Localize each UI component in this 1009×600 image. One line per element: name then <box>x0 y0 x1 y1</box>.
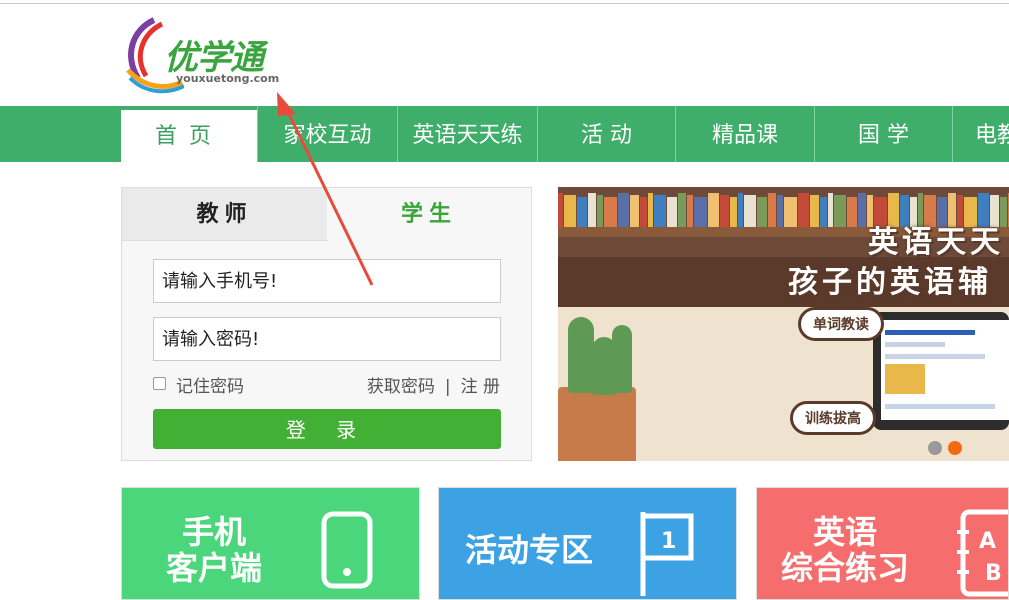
tab-teacher[interactable]: 教师 <box>122 188 328 241</box>
phone-input[interactable] <box>153 259 501 303</box>
book-spine <box>744 195 756 229</box>
book-letter-b: B <box>985 561 1002 586</box>
cactus-icon <box>568 317 594 393</box>
flag-badge: 1 <box>661 529 676 554</box>
book-spine <box>834 195 846 229</box>
register-link[interactable]: 注 册 <box>461 377 500 397</box>
book-spine <box>640 197 647 231</box>
book-spine <box>847 197 857 231</box>
main-nav: 首页 家校互动 英语天天练 活 动 精品课 国 学 电教 <box>0 106 1009 166</box>
nav-item-home[interactable]: 首页 <box>121 110 257 166</box>
tab-student[interactable]: 学生 <box>327 188 531 240</box>
tile-activity-zone[interactable]: 活动专区 1 <box>438 487 737 600</box>
top-divider <box>0 3 1009 4</box>
book-spine <box>667 197 677 231</box>
book-spine <box>810 195 819 229</box>
nav-item-e-learning[interactable]: 电教 <box>952 106 1009 162</box>
cactus-icon <box>612 325 632 393</box>
book-spine <box>630 195 639 229</box>
book-spine <box>678 193 686 227</box>
book-spine <box>730 197 737 231</box>
book-spine <box>820 197 827 231</box>
book-spine <box>588 193 596 227</box>
book-spine <box>577 197 587 231</box>
book-spine <box>604 197 617 231</box>
screen-line <box>885 342 945 347</box>
screen-line <box>885 404 995 409</box>
logo[interactable]: 优学通 youxuetong.com <box>124 16 324 94</box>
nav-item-english-daily[interactable]: 英语天天练 <box>397 106 537 162</box>
get-password-link[interactable]: 获取密码 <box>367 377 435 397</box>
book-spine <box>738 193 743 227</box>
screen-picture <box>885 364 925 394</box>
account-links: 获取密码 | 注 册 <box>367 372 500 397</box>
screen-line <box>885 330 975 335</box>
screen-line <box>885 354 985 359</box>
book-spine <box>828 193 833 227</box>
book-spine <box>708 193 719 227</box>
book-spine <box>558 193 563 227</box>
tablet-screen <box>881 320 1009 420</box>
link-separator: | <box>444 377 451 397</box>
carousel-dot-1[interactable] <box>928 441 942 455</box>
login-panel: 教师 学生 记住密码 获取密码 | 注 册 登 录 <box>121 187 532 461</box>
book-letter-a: A <box>979 529 996 554</box>
book-spine <box>798 193 809 227</box>
remember-label: 记住密码 <box>176 377 244 397</box>
book-spine <box>687 195 693 229</box>
tile-mobile-text: 手机 客户端 <box>166 514 262 586</box>
nav-item-activities[interactable]: 活 动 <box>537 106 675 162</box>
book-spine <box>564 195 576 229</box>
book-spine <box>768 193 776 227</box>
tile-english-line2: 综合练习 <box>781 549 910 587</box>
tile-english-practice[interactable]: 英语 综合练习 A B <box>756 487 1009 600</box>
book-spine <box>757 197 767 231</box>
remember-password[interactable]: 记住密码 <box>153 372 244 397</box>
flag-icon: 1 <box>640 512 694 596</box>
tile-mobile-line1: 手机 <box>182 513 247 551</box>
tile-mobile-client[interactable]: 手机 客户端 <box>121 487 420 600</box>
remember-checkbox[interactable] <box>153 377 166 390</box>
tablet-icon <box>873 312 1009 430</box>
book-spine <box>777 195 783 229</box>
book-spine <box>694 197 707 231</box>
password-input[interactable] <box>153 317 501 361</box>
carousel-dot-2[interactable] <box>948 441 962 455</box>
book-spine <box>784 197 797 231</box>
logo-domain: youxuetong.com <box>176 72 280 85</box>
promo-banner[interactable]: 英语天天 孩子的英语辅 单词教读 训练拔高 <box>558 187 1009 461</box>
tile-english-text: 英语 综合练习 <box>781 514 909 586</box>
book-spine <box>648 193 653 227</box>
tile-activity-label: 活动专区 <box>465 531 594 569</box>
book-spine <box>720 195 729 229</box>
book-spine <box>618 193 629 227</box>
book-spine <box>654 195 666 229</box>
nav-item-chinese-classics[interactable]: 国 学 <box>814 106 952 162</box>
book-spine <box>597 195 603 229</box>
banner-title-line2: 孩子的英语辅 <box>788 265 992 300</box>
tile-english-line1: 英语 <box>813 513 878 551</box>
cactus-pot-icon <box>558 387 636 461</box>
bubble-word-reading: 单词教读 <box>798 307 884 341</box>
tile-mobile-line2: 客户端 <box>166 549 263 587</box>
phone-icon <box>321 511 373 589</box>
book-ab-icon: A B <box>957 509 1008 597</box>
nav-item-premium-courses[interactable]: 精品课 <box>675 106 814 162</box>
book-spine <box>858 193 866 227</box>
login-button[interactable]: 登 录 <box>153 409 501 449</box>
bubble-training: 训练拔高 <box>790 401 876 435</box>
nav-item-home-school[interactable]: 家校互动 <box>257 106 397 162</box>
banner-title-line1: 英语天天 <box>868 225 1004 260</box>
